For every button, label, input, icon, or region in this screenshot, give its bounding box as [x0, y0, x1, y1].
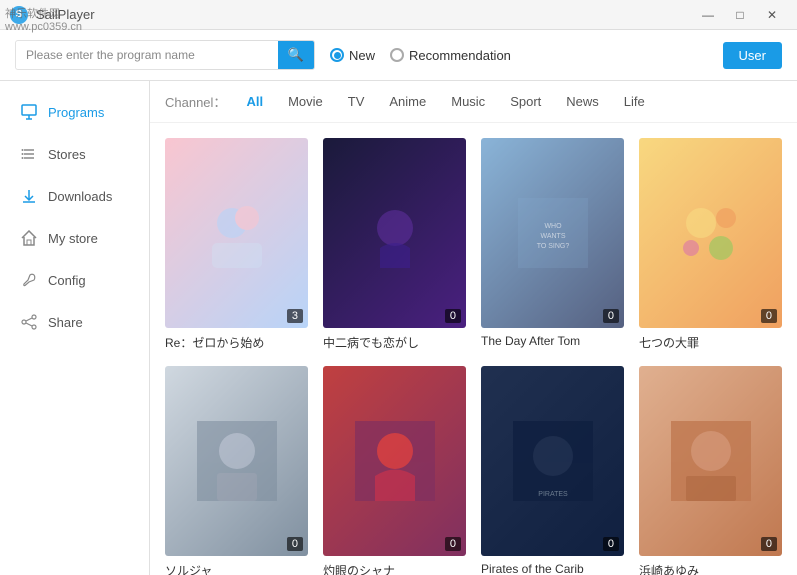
window-controls: — □ ✕ [693, 0, 787, 30]
app-container: Programs Stores [0, 81, 797, 575]
sidebar-item-programs[interactable]: Programs [0, 91, 149, 133]
media-thumb-7: PIRATES 0 [481, 366, 624, 556]
media-thumb-placeholder-2 [323, 138, 466, 328]
media-thumb-placeholder-5 [165, 366, 308, 556]
svg-text:PIRATES: PIRATES [538, 491, 568, 498]
sidebar-share-label: Share [48, 315, 83, 330]
sidebar-config-label: Config [48, 273, 86, 288]
media-title-5: ソルジャ [165, 562, 308, 575]
media-badge-5: 0 [287, 537, 303, 551]
media-thumb-1: 3 [165, 138, 308, 328]
media-badge-1: 3 [287, 309, 303, 323]
radio-recommendation-label: Recommendation [409, 48, 511, 63]
media-badge-2: 0 [445, 309, 461, 323]
media-badge-8: 0 [761, 537, 777, 551]
svg-text:WANTS: WANTS [540, 233, 565, 240]
media-card-1[interactable]: 3 Re：ゼロから始め [165, 138, 308, 351]
channel-news[interactable]: News [556, 91, 609, 112]
home-icon [20, 229, 38, 247]
media-card-5[interactable]: 0 ソルジャ [165, 366, 308, 575]
media-badge-4: 0 [761, 309, 777, 323]
channel-movie[interactable]: Movie [278, 91, 333, 112]
channel-tv[interactable]: TV [338, 91, 375, 112]
media-title-7: Pirates of the Carib [481, 562, 624, 575]
app-title: SailPlayer [36, 7, 95, 22]
media-thumb-3: WHO WANTS TO SING? 0 [481, 138, 624, 328]
media-badge-3: 0 [603, 309, 619, 323]
channel-anime[interactable]: Anime [379, 91, 436, 112]
media-title-6: 灼眼のシャナ [323, 562, 466, 575]
media-title-8: 浜崎あゆみ [639, 562, 782, 575]
sidebar-programs-label: Programs [48, 105, 104, 120]
svg-text:WHO: WHO [544, 223, 562, 230]
channel-life[interactable]: Life [614, 91, 655, 112]
media-thumb-placeholder-7: PIRATES [481, 366, 624, 556]
maximize-button[interactable]: □ [725, 0, 755, 30]
media-thumb-2: 0 [323, 138, 466, 328]
radio-new-dot [330, 48, 344, 62]
media-thumb-placeholder-3: WHO WANTS TO SING? [481, 138, 624, 328]
download-icon [20, 187, 38, 205]
channel-music[interactable]: Music [441, 91, 495, 112]
sidebar-mystore-label: My store [48, 231, 98, 246]
media-thumb-6: 0 [323, 366, 466, 556]
radio-group: New Recommendation [330, 48, 511, 63]
list-icon [20, 145, 38, 163]
app-logo: S [10, 6, 28, 24]
media-thumb-placeholder-8 [639, 366, 782, 556]
media-title-2: 中二病でも恋がし [323, 334, 466, 351]
radio-recommendation-dot [390, 48, 404, 62]
radio-recommendation[interactable]: Recommendation [390, 48, 511, 63]
media-badge-6: 0 [445, 537, 461, 551]
svg-text:TO SING?: TO SING? [536, 243, 569, 250]
media-title-3: The Day After Tom [481, 334, 624, 348]
media-badge-7: 0 [603, 537, 619, 551]
media-card-4[interactable]: 0 七つの大罪 [639, 138, 782, 351]
media-card-3[interactable]: WHO WANTS TO SING? 0 The Day After Tom [481, 138, 624, 351]
minimize-button[interactable]: — [693, 0, 723, 30]
channel-bar: Channel： All Movie TV Anime Music Sport … [150, 81, 797, 123]
sidebar: Programs Stores [0, 81, 150, 575]
media-card-8[interactable]: 0 浜崎あゆみ [639, 366, 782, 575]
search-button[interactable]: 🔍 [278, 41, 314, 69]
sidebar-downloads-label: Downloads [48, 189, 112, 204]
user-button[interactable]: User [723, 42, 782, 69]
sidebar-item-config[interactable]: Config [0, 259, 149, 301]
media-thumb-placeholder-4 [639, 138, 782, 328]
media-card-2[interactable]: 0 中二病でも恋がし [323, 138, 466, 351]
radio-new-label: New [349, 48, 375, 63]
share-icon [20, 313, 38, 331]
wrench-icon [20, 271, 38, 289]
title-bar-left: S SailPlayer [10, 6, 95, 24]
channel-all[interactable]: All [236, 91, 273, 112]
title-bar: S SailPlayer — □ ✕ [0, 0, 797, 30]
media-grid: 3 Re：ゼロから始め 0 中二病でも恋がし WHO WANTS TO SING? [150, 123, 797, 575]
media-thumb-placeholder-1 [165, 138, 308, 328]
media-title-4: 七つの大罪 [639, 334, 782, 351]
media-card-6[interactable]: 0 灼眼のシャナ [323, 366, 466, 575]
media-thumb-8: 0 [639, 366, 782, 556]
sidebar-item-downloads[interactable]: Downloads [0, 175, 149, 217]
media-thumb-4: 0 [639, 138, 782, 328]
radio-new[interactable]: New [330, 48, 375, 63]
media-thumb-5: 0 [165, 366, 308, 556]
media-card-7[interactable]: PIRATES 0 Pirates of the Carib [481, 366, 624, 575]
sidebar-item-share[interactable]: Share [0, 301, 149, 343]
main-content: Channel： All Movie TV Anime Music Sport … [150, 81, 797, 575]
close-button[interactable]: ✕ [757, 0, 787, 30]
sidebar-item-mystore[interactable]: My store [0, 217, 149, 259]
app-header: 🔍 New Recommendation User [0, 30, 797, 81]
search-input[interactable] [16, 42, 278, 68]
sidebar-stores-label: Stores [48, 147, 86, 162]
media-title-1: Re：ゼロから始め [165, 334, 308, 351]
monitor-icon [20, 103, 38, 121]
sidebar-item-stores[interactable]: Stores [0, 133, 149, 175]
search-box[interactable]: 🔍 [15, 40, 315, 70]
channel-label: Channel： [165, 92, 226, 111]
media-thumb-placeholder-6 [323, 366, 466, 556]
channel-sport[interactable]: Sport [500, 91, 551, 112]
